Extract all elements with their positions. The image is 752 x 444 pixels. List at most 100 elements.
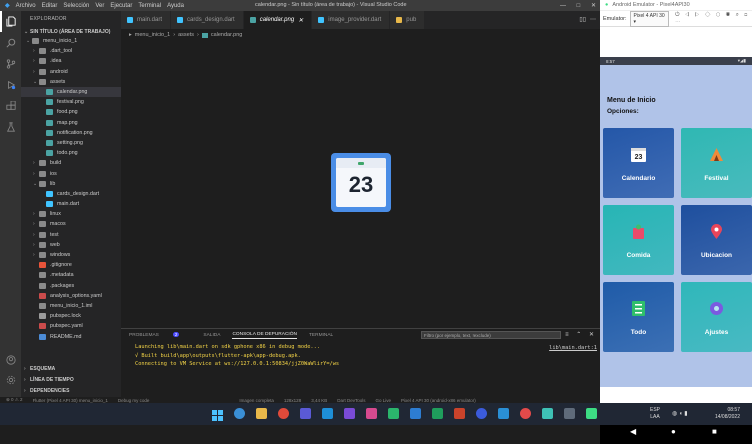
split-editor-icon[interactable]: ▯▯ xyxy=(579,17,586,23)
menu-item[interactable]: Ejecutar xyxy=(110,3,132,9)
android-studio-icon[interactable] xyxy=(388,408,399,419)
tree-file[interactable]: analysis_options.yaml xyxy=(21,291,121,301)
emulator-device-status[interactable]: Pixel 4 API 30 (android-x86 emulator) xyxy=(401,398,476,403)
testing-icon[interactable] xyxy=(0,116,21,137)
teams-icon[interactable] xyxy=(300,408,311,419)
tree-file[interactable]: notification.png xyxy=(21,128,121,138)
dart-devtools-status[interactable]: Dart DevTools xyxy=(337,398,365,403)
image-zoom-status[interactable]: Imagen completa xyxy=(239,398,274,403)
explorer-icon[interactable] xyxy=(0,11,21,32)
minimize-icon[interactable]: — xyxy=(560,3,566,9)
console-filter-input[interactable]: Filtro (por ejemplo, text, !exclude) xyxy=(421,331,561,339)
visual-studio-icon[interactable] xyxy=(344,408,355,419)
tree-file[interactable]: .metadata xyxy=(21,270,121,280)
language-indicator[interactable]: ESP LAA xyxy=(650,407,660,420)
menu-card-festival[interactable]: Festival xyxy=(681,128,752,198)
tree-folder[interactable]: › test xyxy=(21,230,121,240)
excel-icon[interactable] xyxy=(432,408,443,419)
menu-card-ubicacion[interactable]: Ubicacion xyxy=(681,205,752,275)
tree-file[interactable]: setting.png xyxy=(21,138,121,148)
console-source-link[interactable]: lib\main.dart:1 xyxy=(549,345,597,351)
account-icon[interactable] xyxy=(0,349,21,370)
app-icon[interactable] xyxy=(476,408,487,419)
app-icon[interactable] xyxy=(564,408,575,419)
vscode-taskbar-icon[interactable] xyxy=(322,408,333,419)
tree-file[interactable]: README.md xyxy=(21,331,121,341)
tree-folder[interactable]: ⌄ menu_inicio_1 xyxy=(21,36,121,46)
tree-file[interactable]: main.dart xyxy=(21,199,121,209)
tree-file[interactable]: cards_design.dart xyxy=(21,189,121,199)
word-icon[interactable] xyxy=(410,408,421,419)
menu-item[interactable]: Editar xyxy=(42,3,58,9)
tree-folder[interactable]: › macos xyxy=(21,219,121,229)
back-icon[interactable]: ◀ xyxy=(630,427,636,436)
tree-file[interactable]: food.png xyxy=(21,107,121,117)
tree-file[interactable]: .packages xyxy=(21,281,121,291)
tree-folder[interactable]: ⌄ assets xyxy=(21,77,121,87)
edge-icon[interactable] xyxy=(234,408,245,419)
menu-item[interactable]: Ayuda xyxy=(167,3,184,9)
close-panel-icon[interactable]: ✕ xyxy=(589,332,594,338)
tree-folder[interactable]: › build xyxy=(21,158,121,168)
timeline-section[interactable]: › LÍNEA DE TIEMPO xyxy=(21,374,121,385)
app-icon[interactable] xyxy=(520,408,531,419)
menu-card-ajustes[interactable]: Ajustes xyxy=(681,282,752,352)
tree-folder[interactable]: › android xyxy=(21,67,121,77)
tree-file[interactable]: .gitignore xyxy=(21,260,121,270)
emulator-controls[interactable]: ⏻ ◁ ▷ ◇ ⬡ ◉ ⌕ ◻ ⋯ xyxy=(675,12,752,26)
tree-file[interactable]: todo.png xyxy=(21,148,121,158)
menu-card-calendario[interactable]: 23 Calendario xyxy=(603,128,674,198)
app-icon[interactable] xyxy=(366,408,377,419)
menu-item[interactable]: Selección xyxy=(63,3,89,9)
tree-folder[interactable]: › ios xyxy=(21,168,121,178)
more-actions-icon[interactable]: ⋯ xyxy=(590,17,596,23)
breadcrumb-item[interactable]: menu_inicio_1 xyxy=(135,32,170,38)
menu-item[interactable]: Archivo xyxy=(16,3,36,9)
tree-folder[interactable]: › .dart_tool xyxy=(21,46,121,56)
tree-folder[interactable]: › linux xyxy=(21,209,121,219)
tab-problems[interactable]: PROBLEMAS 2 xyxy=(129,332,191,338)
home-icon[interactable]: ● xyxy=(671,427,676,436)
tree-folder[interactable]: ⌄ lib xyxy=(21,179,121,189)
emulator-taskbar-icon[interactable] xyxy=(586,408,597,419)
recents-icon[interactable]: ■ xyxy=(712,427,717,436)
menu-card-todo[interactable]: Todo xyxy=(603,282,674,352)
run-debug-icon[interactable] xyxy=(0,74,21,95)
app-icon[interactable] xyxy=(498,408,509,419)
close-icon[interactable]: ✕ xyxy=(591,3,596,9)
tree-file[interactable]: map.png xyxy=(21,118,121,128)
breadcrumb-item[interactable]: assets xyxy=(178,32,194,38)
editor-tab[interactable]: main.dart xyxy=(121,11,172,29)
tree-file[interactable]: pubspec.yaml xyxy=(21,321,121,331)
tree-file[interactable]: festival.png xyxy=(21,97,121,107)
tree-file[interactable]: pubspec.lock xyxy=(21,311,121,321)
close-tab-icon[interactable]: ✕ xyxy=(298,17,303,24)
tree-folder[interactable]: › .idea xyxy=(21,56,121,66)
menu-item[interactable]: Ver xyxy=(95,3,104,9)
go-live-status[interactable]: Go Live xyxy=(375,398,391,403)
menu-card-comida[interactable]: Comida xyxy=(603,205,674,275)
debug-mode-status[interactable]: Debug my code xyxy=(118,398,150,403)
tab-output[interactable]: SALIDA xyxy=(203,333,220,338)
tree-folder[interactable]: › web xyxy=(21,240,121,250)
device-select[interactable]: Pixel 4 API 30 ▾ xyxy=(629,10,670,27)
clock[interactable]: 08:57 14/08/2022 xyxy=(715,407,740,420)
dependencies-section[interactable]: › DEPENDENCIES xyxy=(21,385,121,396)
editor-tab[interactable]: cards_design.dart xyxy=(171,11,244,29)
powerpoint-icon[interactable] xyxy=(454,408,465,419)
network-volume-icons[interactable]: ◍ ◖ ▮ xyxy=(672,410,688,417)
outline-section[interactable]: › ESQUEMA xyxy=(21,363,121,374)
file-explorer-icon[interactable] xyxy=(256,408,267,419)
tab-debug-console[interactable]: CONSOLA DE DEPURACIÓN xyxy=(232,332,297,339)
clear-console-icon[interactable]: ≡ xyxy=(565,332,569,338)
editor-tab[interactable]: calendar.png ✕ xyxy=(243,11,313,29)
maximize-panel-icon[interactable]: ⌃ xyxy=(576,332,581,338)
windows-start-icon[interactable] xyxy=(212,408,223,421)
chrome-icon[interactable] xyxy=(278,408,289,419)
flutter-device-status[interactable]: Flutter (Pixel 4 API 30) menu_inicio_1 xyxy=(33,398,108,403)
editor-tab[interactable]: pub xyxy=(390,11,426,29)
source-control-icon[interactable] xyxy=(0,53,21,74)
manage-gear-icon[interactable] xyxy=(0,369,21,390)
editor-tab[interactable]: image_provider.dart xyxy=(312,11,391,29)
search-icon[interactable] xyxy=(0,32,21,53)
